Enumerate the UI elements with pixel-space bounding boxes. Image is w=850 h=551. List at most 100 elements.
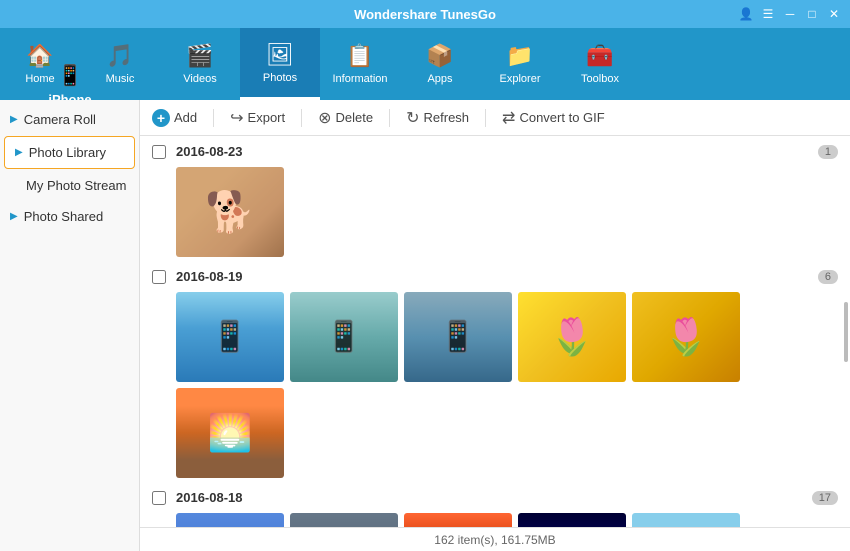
date-group-2016-08-23: 2016-08-23 1 — [152, 144, 838, 257]
sidebar-item-photo-library[interactable]: ▶ Photo Library — [4, 136, 135, 169]
add-label: Add — [174, 110, 197, 125]
nav-info-label: Information — [332, 73, 387, 85]
photo-thumbnail[interactable] — [404, 292, 512, 382]
date-label: 2016-08-18 — [176, 490, 802, 505]
photo-count: 1 — [818, 145, 838, 159]
apps-icon: 📦 — [426, 43, 453, 69]
sidebar-item-my-photo-stream[interactable]: My Photo Stream — [0, 170, 139, 201]
photo-thumbnail[interactable] — [518, 513, 626, 527]
photo-thumbnail[interactable] — [290, 513, 398, 527]
scroll-indicator — [844, 302, 848, 362]
nav-home-label: Home — [25, 73, 54, 85]
maximize-icon[interactable]: □ — [804, 6, 820, 22]
title-bar: Wondershare TunesGo 👤 ☰ ─ □ ✕ — [0, 0, 850, 28]
camera-roll-label: Camera Roll — [24, 112, 96, 127]
toolbox-icon: 🧰 — [586, 43, 613, 69]
menu-icon[interactable]: ☰ — [760, 6, 776, 22]
date-group-2016-08-19: 2016-08-19 6 — [152, 269, 838, 478]
nav-information[interactable]: 📋 Information — [320, 28, 400, 100]
refresh-button[interactable]: ↻ Refresh — [406, 108, 469, 128]
date-label: 2016-08-23 — [176, 144, 808, 159]
photo-count: 6 — [818, 270, 838, 284]
status-text: 162 item(s), 161.75MB — [434, 533, 555, 547]
photo-content[interactable]: 2016-08-23 1 2016-08-19 6 — [140, 136, 850, 527]
sidebar-item-photo-shared[interactable]: ▶ Photo Shared — [0, 201, 139, 232]
nav-videos-label: Videos — [183, 73, 216, 85]
add-button[interactable]: + Add — [152, 109, 197, 127]
photo-thumbnail[interactable] — [518, 292, 626, 382]
nav-explorer[interactable]: 📁 Explorer — [480, 28, 560, 100]
home-icon: 🏠 — [26, 43, 53, 69]
convert-gif-button[interactable]: ⇄ Convert to GIF — [502, 108, 605, 128]
add-icon: + — [152, 109, 170, 127]
photo-shared-label: Photo Shared — [24, 209, 104, 224]
date-header: 2016-08-19 6 — [152, 269, 838, 284]
group-checkbox[interactable] — [152, 270, 166, 284]
photo-count: 17 — [812, 491, 838, 505]
photo-thumbnail[interactable] — [176, 388, 284, 478]
video-icon: 🎬 — [186, 43, 213, 69]
delete-label: Delete — [336, 110, 374, 125]
photo-grid — [152, 167, 838, 257]
photos-icon: 🖼 — [266, 42, 294, 68]
minimize-icon[interactable]: ─ — [782, 6, 798, 22]
separator — [213, 109, 214, 127]
separator — [301, 109, 302, 127]
my-photo-stream-label: My Photo Stream — [10, 178, 126, 193]
nav-photos-label: Photos — [263, 72, 297, 84]
group-checkbox[interactable] — [152, 145, 166, 159]
photo-thumbnail[interactable] — [632, 513, 740, 527]
date-header: 2016-08-23 1 — [152, 144, 838, 159]
status-bar: 162 item(s), 161.75MB — [140, 527, 850, 551]
photo-library-label: Photo Library — [29, 145, 106, 160]
user-icon[interactable]: 👤 — [738, 6, 754, 22]
content-wrapper: + Add ↪ Export ⊗ Delete ↻ Refresh ⇄ Conv… — [140, 100, 850, 551]
photo-thumbnail[interactable] — [404, 513, 512, 527]
music-icon: 🎵 — [106, 43, 133, 69]
delete-icon: ⊗ — [318, 108, 331, 128]
arrow-icon: ▶ — [10, 114, 18, 125]
group-checkbox[interactable] — [152, 491, 166, 505]
nav-apps-label: Apps — [427, 73, 452, 85]
refresh-icon: ↻ — [406, 108, 419, 128]
window-controls: 👤 ☰ ─ □ ✕ — [738, 6, 842, 22]
arrow-icon: ▶ — [10, 211, 18, 222]
separator — [389, 109, 390, 127]
sidebar: ▶ Camera Roll ▶ Photo Library My Photo S… — [0, 100, 140, 551]
nav-photos[interactable]: 🖼 Photos — [240, 28, 320, 100]
arrow-icon: ▶ — [15, 147, 23, 158]
convert-label: Convert to GIF — [519, 110, 604, 125]
photo-grid — [152, 513, 838, 527]
photo-thumbnail[interactable] — [290, 292, 398, 382]
photo-thumbnail[interactable] — [176, 167, 284, 257]
export-label: Export — [248, 110, 286, 125]
app-title: Wondershare TunesGo — [354, 7, 496, 22]
separator — [485, 109, 486, 127]
close-icon[interactable]: ✕ — [826, 6, 842, 22]
photo-thumbnail[interactable] — [176, 292, 284, 382]
info-icon: 📋 — [346, 43, 373, 69]
photo-grid — [152, 292, 838, 478]
export-button[interactable]: ↪ Export — [230, 108, 285, 128]
toolbar: + Add ↪ Export ⊗ Delete ↻ Refresh ⇄ Conv… — [140, 100, 850, 136]
explorer-icon: 📁 — [506, 43, 533, 69]
nav-music[interactable]: 🎵 Music — [80, 28, 160, 100]
nav-toolbox[interactable]: 🧰 Toolbox — [560, 28, 640, 100]
refresh-label: Refresh — [424, 110, 470, 125]
photo-thumbnail[interactable] — [632, 292, 740, 382]
photo-thumbnail[interactable] — [176, 513, 284, 527]
nav-bar: 🏠 Home 🎵 Music 🎬 Videos 🖼 Photos 📋 Infor… — [0, 28, 850, 100]
nav-videos[interactable]: 🎬 Videos — [160, 28, 240, 100]
nav-apps[interactable]: 📦 Apps — [400, 28, 480, 100]
delete-button[interactable]: ⊗ Delete — [318, 108, 373, 128]
nav-home[interactable]: 🏠 Home — [0, 28, 80, 100]
date-group-2016-08-18: 2016-08-18 17 — [152, 490, 838, 527]
convert-gif-icon: ⇄ — [502, 108, 515, 128]
main-area: ▶ Camera Roll ▶ Photo Library My Photo S… — [0, 100, 850, 551]
nav-music-label: Music — [106, 73, 135, 85]
date-label: 2016-08-19 — [176, 269, 808, 284]
nav-explorer-label: Explorer — [500, 73, 541, 85]
sidebar-item-camera-roll[interactable]: ▶ Camera Roll — [0, 104, 139, 135]
date-header: 2016-08-18 17 — [152, 490, 838, 505]
export-icon: ↪ — [230, 108, 243, 128]
